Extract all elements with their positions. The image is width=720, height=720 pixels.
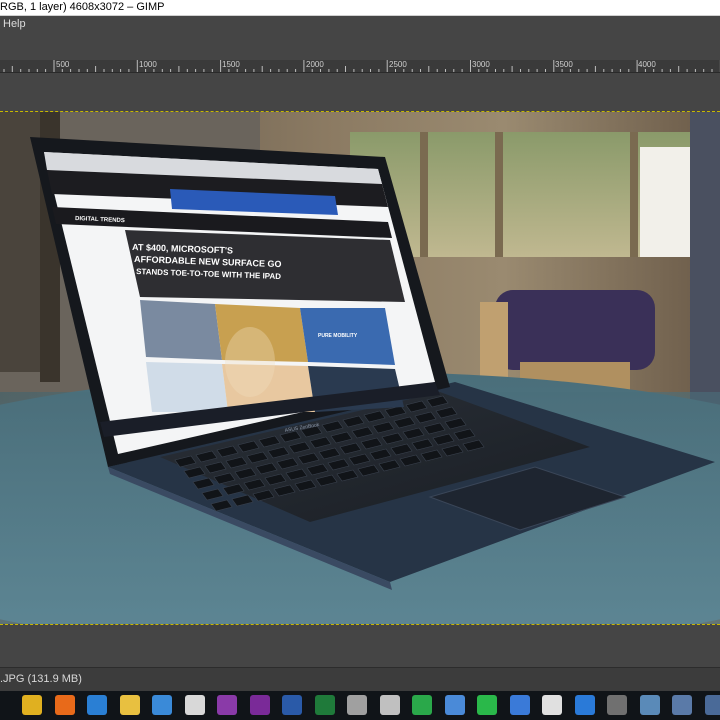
calculator-icon[interactable] xyxy=(607,695,627,715)
firefox-icon[interactable] xyxy=(54,695,75,715)
whatsapp-icon[interactable] xyxy=(477,695,497,715)
edge-icon[interactable] xyxy=(87,695,107,715)
screen-ad: PURE MOBILITY xyxy=(318,333,358,339)
ruler-label: 2500 xyxy=(389,60,407,69)
ruler-ticks xyxy=(3,60,720,72)
trello-icon[interactable] xyxy=(574,695,595,715)
toolbar-area xyxy=(0,32,720,60)
ruler-label: 1000 xyxy=(139,60,157,69)
file-explorer-icon[interactable] xyxy=(119,695,140,715)
status-bar: .JPG (131.9 MB) xyxy=(0,667,720,691)
excel-icon[interactable] xyxy=(314,695,335,715)
word-icon[interactable] xyxy=(282,695,302,715)
ruler-label: 3000 xyxy=(472,60,490,69)
feather-icon[interactable] xyxy=(444,695,465,715)
store-icon[interactable] xyxy=(152,695,172,715)
ruler-label: 4000 xyxy=(638,60,656,69)
app-stack-icon[interactable] xyxy=(347,695,367,715)
onenote-icon[interactable] xyxy=(217,695,237,715)
status-text: .JPG (131.9 MB) xyxy=(0,673,82,685)
ruler-label: 2000 xyxy=(306,60,324,69)
app-3-icon[interactable] xyxy=(704,695,720,715)
mail-icon[interactable] xyxy=(184,695,205,715)
snagit-icon[interactable] xyxy=(379,695,400,715)
app-2-icon[interactable] xyxy=(672,695,692,715)
ruler-label: 500 xyxy=(56,60,70,69)
evernote-icon[interactable] xyxy=(412,695,432,715)
ruler-label: 1500 xyxy=(222,60,240,69)
photo: DIGITAL TRENDS AT $400, MICROSOFT'S AFFO… xyxy=(0,112,720,624)
ruler-label: 3500 xyxy=(555,60,573,69)
window-title: RGB, 1 layer) 4608x3072 – GIMP xyxy=(0,1,165,13)
chrome-icon[interactable] xyxy=(22,695,42,715)
windows-taskbar xyxy=(0,691,720,720)
menu-help[interactable]: Help xyxy=(3,16,26,32)
app-1-icon[interactable] xyxy=(639,695,660,715)
onenote-2-icon[interactable] xyxy=(249,695,270,715)
image-canvas[interactable]: DIGITAL TRENDS AT $400, MICROSOFT'S AFFO… xyxy=(0,111,720,625)
window-title-bar: RGB, 1 layer) 4608x3072 – GIMP xyxy=(0,0,720,16)
menu-bar: Help xyxy=(0,16,720,32)
todo-icon[interactable] xyxy=(509,695,530,715)
horizontal-ruler[interactable]: 500 1000 1500 2000 2500 3000 3500 4000 xyxy=(0,60,720,73)
slack-icon[interactable] xyxy=(542,695,562,715)
